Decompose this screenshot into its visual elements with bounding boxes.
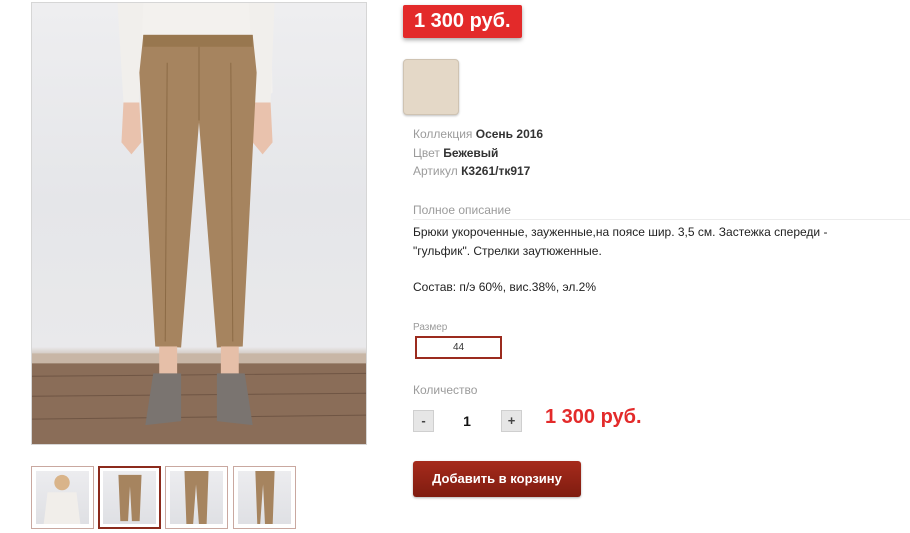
collection-value: Осень 2016 [475,127,544,141]
thumbnail-3[interactable] [165,466,228,529]
collection-label: Коллекция [413,127,473,141]
thumbnail-4[interactable] [233,466,296,529]
quantity-value[interactable]: 1 [452,410,482,432]
size-label: Размер [413,322,448,333]
article-row: Артикул К3261/тк917 [413,162,530,180]
quantity-label: Количество [413,383,478,397]
article-value: К3261/тк917 [461,164,531,178]
quantity-increase-button[interactable]: + [501,410,522,432]
total-price: 1 300 руб. [545,406,642,428]
product-main-image[interactable] [31,2,367,445]
description-divider [413,219,910,220]
color-swatch[interactable] [403,59,459,115]
add-to-cart-button[interactable]: Добавить в корзину [413,461,581,497]
composition-text: Состав: п/э 60%, вис.38%, эл.2% [413,280,597,294]
collection-row: Коллекция Осень 2016 [413,125,543,143]
color-value: Бежевый [443,146,499,160]
price-badge: 1 300 руб. [403,5,522,38]
size-select[interactable]: 44 [415,336,502,359]
thumbnail-1[interactable] [31,466,94,529]
description-label: Полное описание [413,203,511,217]
article-label: Артикул [413,164,458,178]
color-label: Цвет [413,146,440,160]
color-row: Цвет Бежевый [413,144,498,162]
description-text: Брюки укороченные, зауженные,на поясе ши… [413,225,828,258]
quantity-decrease-button[interactable]: - [413,410,434,432]
thumbnail-2[interactable] [98,466,161,529]
